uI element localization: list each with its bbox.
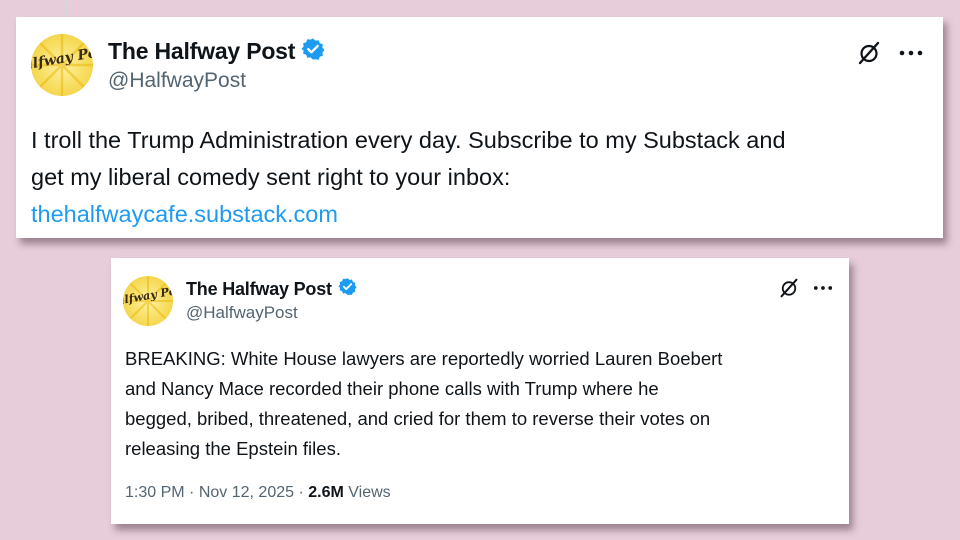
author-name-row: The Halfway Post (186, 277, 357, 301)
author-name-row: The Halfway Post (108, 37, 325, 66)
tweet-text: BREAKING: White House lawyers are report… (125, 344, 840, 464)
tweet-text-line: I troll the Trump Administration every d… (31, 127, 786, 153)
views-count: 2.6M (308, 484, 344, 501)
tweet-date[interactable]: Nov 12, 2025 (199, 484, 294, 501)
avatar-logo-icon: Halfway Post (123, 276, 173, 326)
avatar[interactable]: Halfway Post (123, 276, 173, 326)
avatar-logo-icon: Halfway Post (31, 34, 93, 96)
verified-badge-icon (338, 277, 357, 301)
more-options-icon[interactable] (813, 284, 833, 292)
tweet-text-line: BREAKING: White House lawyers are report… (125, 348, 723, 369)
author-name[interactable]: The Halfway Post (108, 38, 295, 65)
author-name[interactable]: The Halfway Post (186, 279, 332, 300)
grok-icon[interactable] (779, 278, 799, 298)
tweet-text-line: get my liberal comedy sent right to your… (31, 164, 511, 190)
author-handle[interactable]: @HalfwayPost (186, 303, 298, 323)
grok-icon[interactable] (857, 41, 881, 65)
views-label: Views (348, 484, 391, 501)
tweet-text: I troll the Trump Administration every d… (31, 122, 931, 233)
substack-link[interactable]: thehalfwaycafe.substack.com (31, 196, 931, 233)
tweet-card-promo[interactable]: Halfway Post The Halfway Post @HalfwayPo… (16, 17, 943, 238)
tweet-text-line: releasing the Epstein files. (125, 438, 341, 459)
tweet-text-line: begged, bribed, threatened, and cried fo… (125, 408, 711, 429)
author-handle[interactable]: @HalfwayPost (108, 69, 246, 93)
verified-badge-icon (301, 37, 325, 66)
avatar[interactable]: Halfway Post (31, 34, 93, 96)
tweet-card-breaking[interactable]: Halfway Post The Halfway Post @HalfwayPo… (111, 258, 849, 524)
meta-separator: · (189, 484, 195, 501)
more-options-icon[interactable] (899, 48, 923, 58)
tweet-text-line: and Nancy Mace recorded their phone call… (125, 378, 659, 399)
tweet-time[interactable]: 1:30 PM (125, 484, 185, 501)
tweet-metadata: 1:30 PM · Nov 12, 2025 · 2.6M Views (125, 484, 391, 502)
meta-separator: · (298, 484, 304, 501)
